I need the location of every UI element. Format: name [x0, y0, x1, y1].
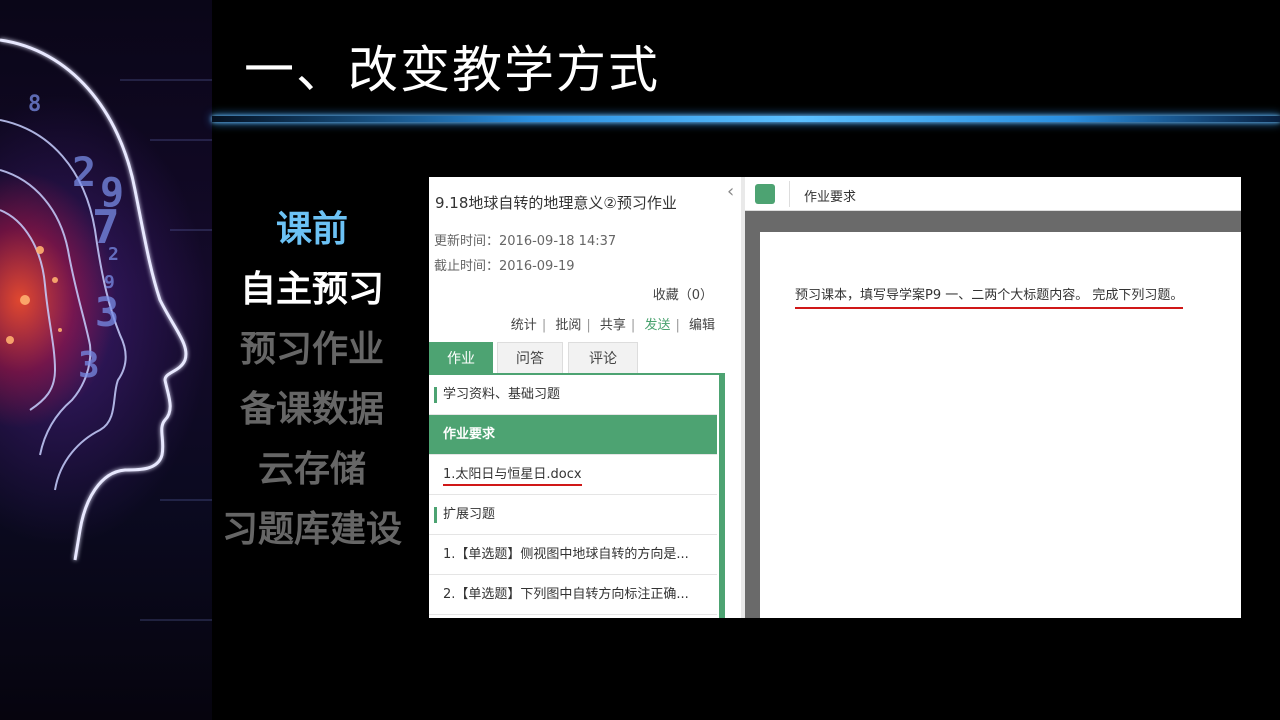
review-link[interactable]: 批阅 — [555, 318, 581, 333]
section-header-extended: 扩展习题 — [429, 495, 717, 535]
art-digit: 2 — [72, 150, 97, 196]
collapse-chevron-icon[interactable]: ‹ — [727, 181, 734, 202]
requirements-body: 预习课本，填写导学案P9 一、二两个大标题内容。 完成下列习题。 — [745, 232, 1241, 618]
requirements-text: 预习课本，填写导学案P9 一、二两个大标题内容。 完成下列习题。 — [795, 284, 1184, 309]
requirements-header: 作业要求 — [745, 177, 1241, 211]
section-header-materials: 学习资料、基础习题 — [429, 375, 717, 415]
send-link[interactable]: 发送 — [644, 318, 670, 333]
list-item-question-2[interactable]: 2.【单选题】下列图中自转方向标注正确... — [429, 575, 717, 615]
tab-qa[interactable]: 问答 — [497, 342, 563, 374]
menu-item-question-bank: 习题库建设 — [221, 509, 402, 550]
favorite-button[interactable]: 收藏（0） — [653, 284, 713, 303]
menu-item-lesson-data: 备课数据 — [239, 389, 384, 430]
homework-title: 9.18地球自转的地理意义②预习作业 — [435, 194, 677, 212]
list-item-requirements[interactable]: 作业要求 — [429, 415, 717, 455]
deadline-time: 截止时间：2016-09-19 — [434, 259, 575, 274]
separator: | — [541, 318, 547, 333]
header-separator — [789, 181, 790, 207]
list-item-question-1[interactable]: 1.【单选题】侧视图中地球自转的方向是... — [429, 535, 717, 575]
menu-item-cloud-storage: 云存储 — [257, 449, 366, 490]
homework-detail-panel: 9.18地球自转的地理意义②预习作业 更新时间：2016-09-18 14:37… — [429, 177, 725, 618]
stats-link[interactable]: 统计 — [511, 318, 537, 333]
tab-homework[interactable]: 作业 — [429, 342, 493, 374]
menu-item-preview-homework: 预习作业 — [239, 329, 384, 370]
edit-link[interactable]: 编辑 — [689, 318, 715, 333]
art-digit: 3 — [95, 290, 120, 336]
decorative-head-art: 8 2 9 7 2 9 3 3 — [0, 0, 212, 720]
requirements-panel: 作业要求 预习课本，填写导学案P9 一、二两个大标题内容。 完成下列习题。 — [745, 177, 1241, 618]
menu-item-pre-class: 课前 — [275, 209, 348, 250]
slide-title: 一、改变教学方式 — [244, 41, 660, 99]
requirements-header-label: 作业要求 — [804, 190, 857, 205]
art-digit: 8 — [28, 92, 42, 117]
file-link[interactable]: 1.太阳日与恒星日.docx — [443, 467, 582, 486]
art-digit: 2 — [108, 244, 119, 265]
updated-time: 更新时间：2016-09-18 14:37 — [434, 234, 617, 249]
separator: | — [675, 318, 680, 333]
title-glow-line — [212, 116, 1280, 122]
separator: | — [586, 318, 591, 333]
menu-item-self-study: 自主预习 — [239, 269, 384, 310]
action-bar: 统计 | 批阅 | 共享 | 发送 | 编辑 — [511, 314, 715, 333]
separator: | — [630, 318, 636, 333]
topic-menu: 课前 自主预习 预习作业 备课数据 云存储 习题库建设 — [212, 200, 412, 560]
homework-screenshot: 9.18地球自转的地理意义②预习作业 更新时间：2016-09-18 14:37… — [429, 177, 1241, 618]
homework-item-list: 学习资料、基础习题 作业要求 1.太阳日与恒星日.docx 扩展习题 1.【单选… — [429, 375, 717, 615]
art-digit: 3 — [78, 345, 100, 386]
header-gap — [745, 211, 1241, 232]
share-link[interactable]: 共享 — [600, 318, 626, 333]
list-item-file[interactable]: 1.太阳日与恒星日.docx — [429, 455, 717, 495]
green-square-icon — [755, 184, 775, 204]
tab-comments[interactable]: 评论 — [568, 342, 638, 374]
